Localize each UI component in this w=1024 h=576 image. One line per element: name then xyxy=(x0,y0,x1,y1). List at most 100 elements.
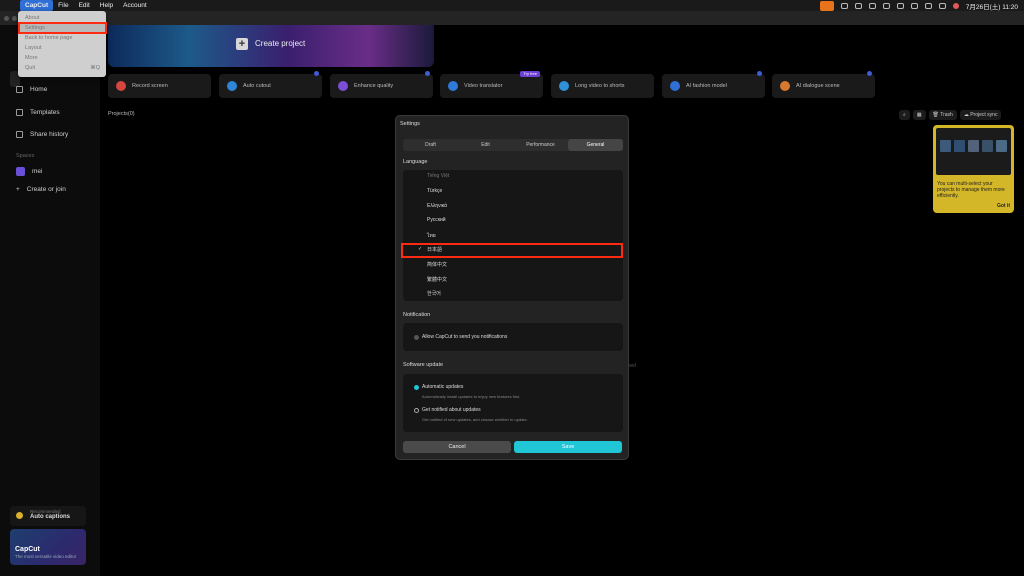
bluetooth-icon[interactable] xyxy=(896,2,904,9)
menu-edit[interactable]: Edit xyxy=(74,0,95,11)
language-option[interactable]: 한국어 xyxy=(427,290,441,297)
fashion-icon xyxy=(670,81,680,91)
trash-icon: 🗑 xyxy=(932,112,939,118)
language-option[interactable]: Ελληνικά xyxy=(427,203,447,209)
notify-update-label[interactable]: Get notified about updates xyxy=(422,407,481,413)
enhance-icon xyxy=(338,81,348,91)
cutout-icon xyxy=(227,81,237,91)
menu-help[interactable]: Help xyxy=(95,0,118,11)
close-icon[interactable] xyxy=(4,16,9,21)
status-area: 7月26日(土) 11:20 xyxy=(819,0,1018,11)
new-badge xyxy=(314,71,319,76)
tab-draft[interactable]: Draft xyxy=(403,139,458,151)
software-update-panel: Automatic updates Automatically install … xyxy=(403,374,623,432)
language-option[interactable]: Türkçe xyxy=(427,188,442,194)
tab-general[interactable]: General xyxy=(568,139,623,151)
menu-file[interactable]: File xyxy=(53,0,73,11)
try-free-badge: Try free xyxy=(520,71,540,77)
tool-ai-fashion-model[interactable]: AI fashion model xyxy=(662,71,765,98)
menu-item-more[interactable]: More xyxy=(18,53,106,63)
new-badge xyxy=(867,71,872,76)
projects-count: Projects(0) xyxy=(108,111,135,117)
tab-performance[interactable]: Performance xyxy=(513,139,568,151)
shortcut-label: ⌘Q xyxy=(90,65,100,71)
notification-checkbox[interactable] xyxy=(414,335,419,340)
language-option[interactable]: 繁體中文 xyxy=(427,276,447,283)
highlight-box xyxy=(18,22,107,34)
dialogue-icon xyxy=(780,81,790,91)
space-avatar xyxy=(16,167,25,176)
language-option[interactable]: ไทย xyxy=(427,232,436,240)
menu-item-layout[interactable]: Layout xyxy=(18,43,106,53)
menu-item-back-home[interactable]: Back to home page xyxy=(18,33,106,43)
sidebar-item-share-history[interactable]: Share history xyxy=(16,131,68,138)
tool-video-translator[interactable]: Video translator Try free xyxy=(440,71,543,98)
status-icon[interactable] xyxy=(840,2,848,9)
notify-update-radio[interactable] xyxy=(414,408,419,413)
new-badge xyxy=(757,71,762,76)
menu-capcut[interactable]: CapCut xyxy=(20,0,54,11)
window-titlebar xyxy=(0,11,1024,25)
language-option[interactable]: 简体中文 xyxy=(427,261,447,268)
recommended-auto-captions[interactable]: Recommended Auto captions xyxy=(10,506,86,526)
project-toolbar: ⌕ ▦ 🗑 Trash ☁ Project sync xyxy=(899,110,1002,120)
space-item[interactable]: mei xyxy=(16,167,42,176)
status-icon[interactable] xyxy=(854,2,862,9)
clock[interactable]: 7月26日(土) 11:20 xyxy=(966,1,1018,11)
control-center-icon[interactable] xyxy=(938,2,946,9)
tip-got-it-button[interactable]: Got it xyxy=(997,203,1010,209)
sidebar-item-label: Home xyxy=(30,86,48,93)
trash-button[interactable]: 🗑 Trash xyxy=(928,110,957,120)
auto-update-label[interactable]: Automatic updates xyxy=(422,384,463,390)
view-toggle-icon[interactable]: ▦ xyxy=(912,110,926,120)
tool-label: AI fashion model xyxy=(686,83,727,89)
status-icon[interactable] xyxy=(882,2,890,9)
auto-update-desc: Automatically install updates to enjoy n… xyxy=(422,394,521,399)
tip-text: You can multi-select your projects to ma… xyxy=(937,181,1005,199)
menubar: CapCut File Edit Help Account 7月26日(土) 1… xyxy=(0,0,1024,11)
language-option[interactable]: Русский xyxy=(427,217,446,223)
search-icon[interactable] xyxy=(924,2,932,9)
tool-record-screen[interactable]: Record screen xyxy=(108,74,211,98)
auto-update-radio[interactable] xyxy=(414,385,419,390)
thumbnail xyxy=(968,140,979,152)
user-icon[interactable] xyxy=(952,2,959,9)
multi-select-tip: You can multi-select your projects to ma… xyxy=(933,125,1014,213)
share-icon xyxy=(16,131,23,138)
create-join-label: Create or join xyxy=(26,186,66,193)
tool-ai-dialogue-scene[interactable]: AI dialogue scene xyxy=(772,71,875,98)
spaces-label: Spaces xyxy=(16,153,35,159)
tool-enhance-quality[interactable]: Enhance quality xyxy=(330,71,433,98)
promo-card[interactable]: CapCut The most versatile video editor xyxy=(10,529,86,565)
language-list[interactable]: Tiếng Việt Türkçe Ελληνικά Русский ไทย ✓… xyxy=(403,170,623,301)
space-name: mei xyxy=(32,168,43,175)
plus-icon: + xyxy=(16,186,20,193)
sidebar-item-home[interactable]: Home xyxy=(16,86,47,93)
save-button[interactable]: Save xyxy=(514,441,622,453)
language-heading: Language xyxy=(403,159,428,165)
menu-account[interactable]: Account xyxy=(118,0,152,11)
create-project-banner[interactable]: + Create project xyxy=(108,25,434,67)
thumbnail xyxy=(996,140,1007,152)
app-menu: About Settings Back to home page Layout … xyxy=(18,11,106,77)
language-option[interactable]: Tiếng Việt xyxy=(427,173,449,179)
tab-edit[interactable]: Edit xyxy=(458,139,513,151)
notification-option[interactable]: Allow CapCut to send you notifications xyxy=(422,334,507,340)
sidebar-item-templates[interactable]: Templates xyxy=(16,109,60,116)
sidebar-item-label: Share history xyxy=(30,131,69,138)
status-icon[interactable] xyxy=(868,2,876,9)
mic-recording-icon[interactable] xyxy=(819,0,834,11)
create-join-button[interactable]: + Create or join xyxy=(16,186,66,193)
minimize-icon[interactable] xyxy=(12,16,17,21)
dialog-title: Settings xyxy=(400,121,420,127)
wifi-icon[interactable] xyxy=(910,2,918,9)
bulb-icon xyxy=(16,512,23,519)
plus-icon: + xyxy=(236,38,248,50)
tool-long-video-to-shorts[interactable]: Long video to shorts xyxy=(551,74,654,98)
translate-icon xyxy=(448,81,458,91)
tool-auto-cutout[interactable]: Auto cutout xyxy=(219,71,322,98)
menu-item-quit[interactable]: Quit ⌘Q xyxy=(18,63,106,73)
search-icon[interactable]: ⌕ xyxy=(899,110,910,120)
project-sync-button[interactable]: ☁ Project sync xyxy=(959,110,1002,120)
cancel-button[interactable]: Cancel xyxy=(403,441,511,453)
